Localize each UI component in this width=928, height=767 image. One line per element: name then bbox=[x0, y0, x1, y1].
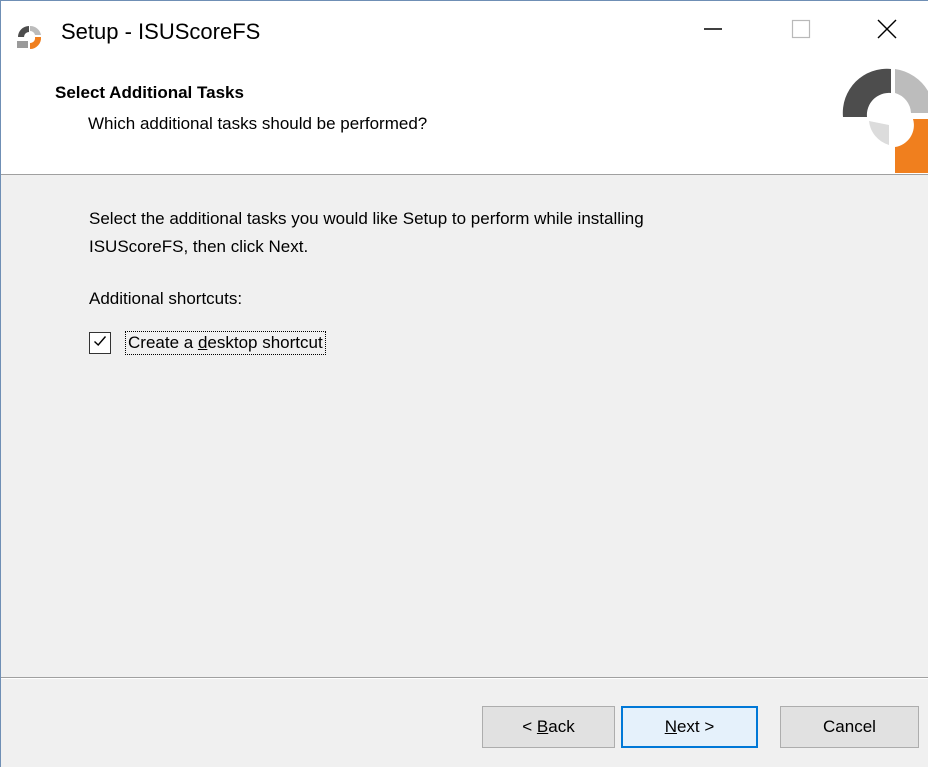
back-button[interactable]: < Back bbox=[482, 706, 615, 748]
isuscore-logo-icon bbox=[833, 61, 928, 173]
next-rest: ext > bbox=[676, 717, 715, 736]
page-title: Select Additional Tasks bbox=[55, 83, 244, 102]
label-accelerator: d bbox=[197, 333, 208, 352]
footer-divider bbox=[1, 677, 928, 679]
window-title: Setup - ISUScoreFS bbox=[61, 19, 261, 44]
cancel-button[interactable]: Cancel bbox=[780, 706, 919, 748]
back-prefix: < bbox=[522, 717, 537, 736]
page-subtitle: Which additional tasks should be perform… bbox=[88, 114, 428, 133]
back-rest: ack bbox=[548, 717, 575, 736]
maximize-icon bbox=[791, 19, 811, 44]
label-part-1: Create a bbox=[128, 333, 198, 352]
back-button-label: < Back bbox=[522, 717, 574, 737]
instructions-line-2: ISUScoreFS, then click Next. bbox=[89, 237, 309, 256]
instructions-text: Select the additional tasks you would li… bbox=[89, 205, 644, 261]
back-accelerator: B bbox=[536, 717, 549, 736]
maximize-button[interactable] bbox=[757, 1, 845, 61]
next-button[interactable]: Next > bbox=[621, 706, 758, 748]
cancel-button-label: Cancel bbox=[823, 717, 876, 736]
next-button-label: Next > bbox=[665, 717, 715, 737]
checkmark-icon bbox=[92, 333, 108, 354]
close-button[interactable] bbox=[843, 1, 928, 61]
setup-window: Setup - ISUScoreFS Select Additional Tas… bbox=[0, 0, 928, 767]
title-bar[interactable]: Setup - ISUScoreFS bbox=[1, 1, 928, 61]
minimize-button[interactable] bbox=[669, 1, 757, 61]
next-accelerator: N bbox=[664, 717, 677, 736]
instructions-line-1: Select the additional tasks you would li… bbox=[89, 209, 644, 228]
close-icon bbox=[877, 19, 897, 44]
minimize-icon bbox=[703, 19, 723, 44]
setup-icon bbox=[15, 23, 47, 51]
desktop-shortcut-checkbox[interactable] bbox=[89, 332, 111, 354]
label-part-2: esktop shortcut bbox=[207, 333, 323, 352]
wizard-content: Select the additional tasks you would li… bbox=[1, 175, 928, 675]
wizard-header: Select Additional Tasks Which additional… bbox=[1, 61, 928, 175]
desktop-shortcut-option[interactable]: Create a desktop shortcut bbox=[89, 331, 326, 355]
shortcuts-group-label: Additional shortcuts: bbox=[89, 289, 243, 308]
desktop-shortcut-label[interactable]: Create a desktop shortcut bbox=[125, 331, 326, 355]
